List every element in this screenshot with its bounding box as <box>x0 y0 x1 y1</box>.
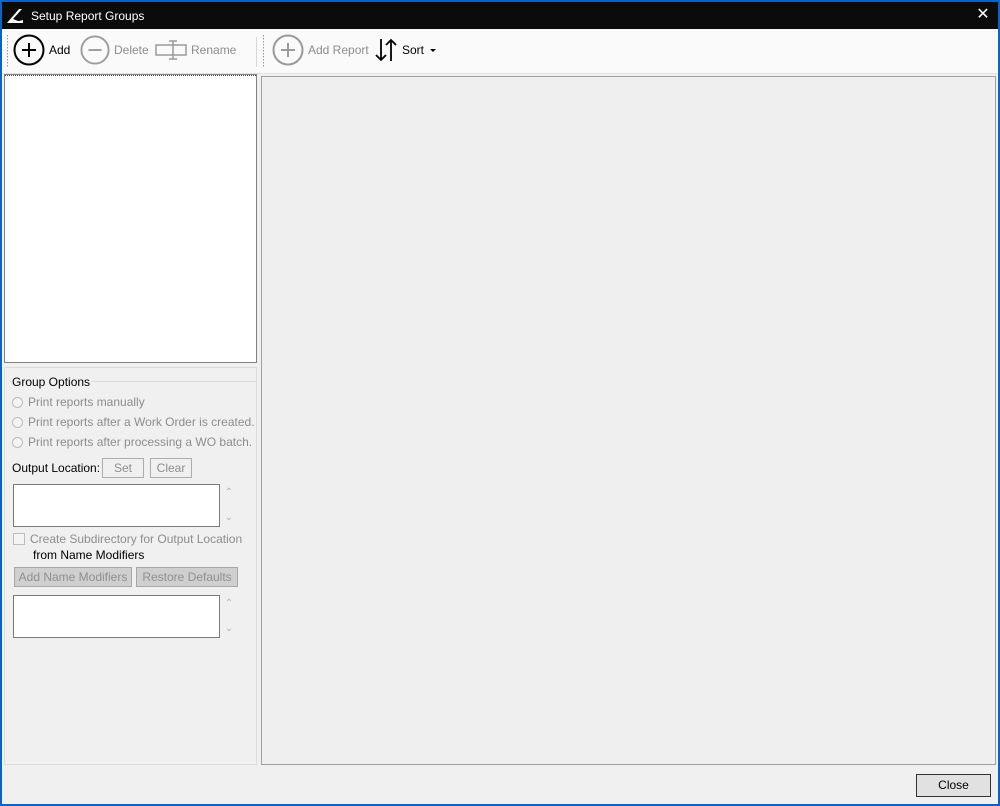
close-button[interactable]: Close <box>916 774 991 797</box>
sort-label: Sort <box>402 43 425 57</box>
delete-label: Delete <box>114 43 149 57</box>
window-title: Setup Report Groups <box>31 9 145 23</box>
plus-circle-icon <box>272 34 304 66</box>
caret-down-icon <box>430 49 437 52</box>
add-name-modifiers-button[interactable]: Add Name Modifiers <box>14 567 132 587</box>
add-button[interactable]: Add <box>13 34 70 66</box>
scroll-up-icon[interactable]: ⌃ <box>223 598 235 610</box>
radio-print-after-wo-batch[interactable]: Print reports after processing a WO batc… <box>12 435 252 449</box>
toolbar-grip[interactable] <box>263 35 265 67</box>
scroll-down-icon[interactable]: ⌄ <box>223 512 235 524</box>
reports-panel[interactable] <box>261 76 996 765</box>
report-groups-list[interactable] <box>4 74 257 363</box>
setup-report-groups-window: Setup Report Groups ✕ Add Delete Rename <box>2 2 998 804</box>
add-report-label: Add Report <box>308 43 369 57</box>
create-subdirectory-checkbox[interactable] <box>13 533 25 545</box>
restore-defaults-button[interactable]: Restore Defaults <box>136 567 238 587</box>
radio-label: Print reports after a Work Order is crea… <box>28 415 255 429</box>
title-bar[interactable]: Setup Report Groups ✕ <box>2 2 998 29</box>
set-output-button[interactable]: Set <box>102 458 144 478</box>
sort-arrows-icon <box>375 38 397 62</box>
create-subdirectory-label: Create Subdirectory for Output Location <box>30 532 243 546</box>
scroll-down-icon[interactable]: ⌄ <box>223 623 235 635</box>
toolbar-separator <box>256 37 257 67</box>
name-modifiers-field[interactable] <box>13 595 220 638</box>
radio-print-manually[interactable]: Print reports manually <box>12 395 145 409</box>
radio-label: Print reports after processing a WO batc… <box>28 435 253 449</box>
delete-button[interactable]: Delete <box>80 34 149 66</box>
plus-circle-icon <box>13 34 45 66</box>
window-close-icon[interactable]: ✕ <box>974 6 992 24</box>
radio-circle-icon <box>12 436 23 448</box>
radio-circle-icon <box>12 396 23 408</box>
radio-circle-icon <box>12 416 23 428</box>
rename-button[interactable]: Rename <box>155 34 236 66</box>
app-logo-icon <box>7 9 23 23</box>
rename-label: Rename <box>191 43 237 57</box>
clear-output-button[interactable]: Clear <box>150 458 192 478</box>
minus-circle-icon <box>80 35 110 65</box>
radio-print-after-work-order[interactable]: Print reports after a Work Order is crea… <box>12 415 255 429</box>
add-label: Add <box>49 43 71 57</box>
create-subdirectory-label-line2: from Name Modifiers <box>33 548 145 562</box>
output-location-label: Output Location: <box>12 461 101 475</box>
group-options-legend: Group Options <box>11 375 92 389</box>
scroll-up-icon[interactable]: ⌃ <box>223 487 235 499</box>
output-location-field[interactable] <box>13 484 220 527</box>
toolbar: Add Delete Rename Add Report Sort <box>2 29 998 74</box>
toolbar-grip[interactable] <box>7 35 9 67</box>
radio-label: Print reports manually <box>28 395 145 409</box>
sort-dropdown-button[interactable]: Sort <box>374 34 438 66</box>
rename-field-icon <box>155 40 187 60</box>
add-report-button[interactable]: Add Report <box>272 34 369 66</box>
